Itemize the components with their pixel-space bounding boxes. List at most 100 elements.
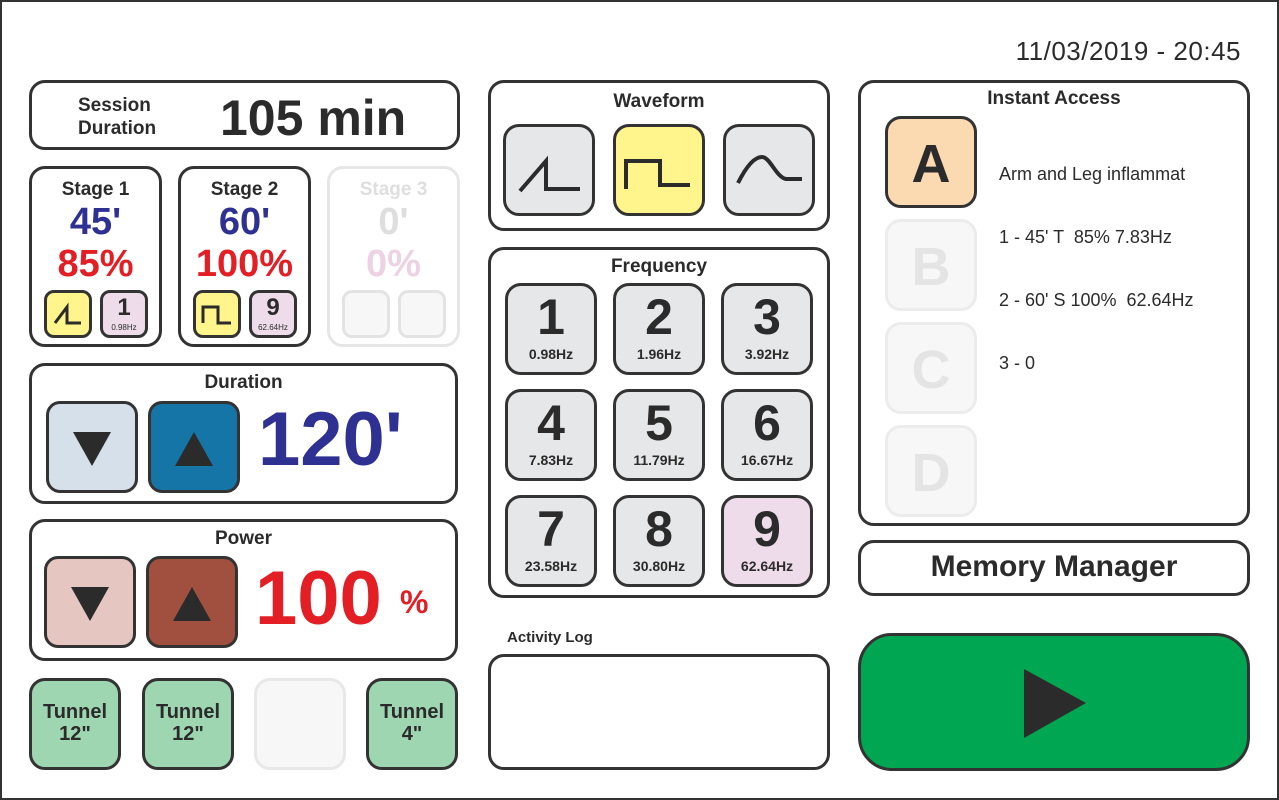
frequency-number: 5 [645, 395, 673, 451]
frequency-button-9[interactable]: 9 62.64Hz [721, 495, 813, 587]
duration-title: Duration [204, 372, 283, 393]
slot-letter: A [911, 134, 951, 194]
sine-wave-icon [736, 154, 802, 184]
tunnel-label-line2: 4" [401, 723, 423, 745]
stage-waveform-empty [342, 290, 390, 338]
play-icon [1024, 669, 1086, 738]
power-value: 100 [255, 556, 382, 641]
slot-letter: C [911, 340, 951, 400]
frequency-number: 2 [645, 289, 673, 345]
instant-access-slot-b[interactable]: B [885, 219, 977, 311]
stage-freq-hz: 0.98Hz [111, 323, 137, 332]
tunnel-button-empty[interactable] [254, 678, 346, 770]
tunnel-label: Tunnel 4" [369, 701, 455, 745]
stage-waveform-square [193, 290, 241, 338]
slot-letter: B [911, 237, 951, 297]
frequency-hz: 62.64Hz [740, 558, 794, 574]
frequency-panel: Frequency 1 0.98Hz 2 1.96Hz 3 3.92Hz 4 7… [488, 247, 830, 598]
waveform-ramp-button[interactable] [503, 124, 595, 216]
session-label-line1: Session [78, 95, 151, 116]
frequency-button-4[interactable]: 4 7.83Hz [505, 389, 597, 481]
duration-value: 120' [258, 397, 403, 482]
triangle-up-icon [175, 432, 213, 466]
slot-letter: D [911, 443, 951, 503]
power-title: Power [214, 528, 273, 549]
tunnel-button-4[interactable]: Tunnel 4" [366, 678, 458, 770]
tunnel-label-line1: Tunnel [155, 701, 221, 723]
session-duration-value: 105 min [220, 90, 407, 146]
duration-increase-button[interactable] [148, 401, 240, 493]
duration-decrease-button[interactable] [46, 401, 138, 493]
stage-waveform-ramp [44, 290, 92, 338]
frequency-hz: 3.92Hz [744, 346, 790, 362]
stage-power: 85% [57, 243, 134, 285]
frequency-hz: 0.98Hz [528, 346, 574, 362]
triangle-down-icon [71, 587, 109, 621]
stage-title: Stage 3 [359, 179, 428, 200]
stage-2-card[interactable]: Stage 2 60' 100% 9 62.64Hz [178, 166, 311, 347]
stage-power: 100% [195, 243, 294, 285]
frequency-title: Frequency [610, 256, 708, 277]
frequency-number: 1 [537, 289, 565, 345]
square-wave-icon [624, 159, 690, 189]
stage-title: Stage 2 [210, 179, 279, 200]
instant-access-panel: Instant Access A B C D Arm and Leg infla… [858, 80, 1250, 526]
frequency-button-8[interactable]: 8 30.80Hz [613, 495, 705, 587]
frequency-number: 9 [753, 501, 781, 557]
frequency-hz: 23.58Hz [524, 558, 578, 574]
frequency-hz: 7.83Hz [528, 452, 574, 468]
session-duration-label: Session Duration [78, 94, 156, 140]
instant-access-slot-a[interactable]: A [885, 116, 977, 208]
memory-manager-label: Memory Manager [930, 550, 1178, 583]
memory-manager-button[interactable]: Memory Manager [858, 540, 1250, 596]
stage-3-card[interactable]: Stage 3 0' 0% [327, 166, 460, 347]
tunnel-label: Tunnel 12" [32, 701, 118, 745]
waveform-panel: Waveform [488, 80, 830, 231]
frequency-number: 6 [753, 395, 781, 451]
frequency-button-5[interactable]: 5 11.79Hz [613, 389, 705, 481]
stage-frequency-empty [398, 290, 446, 338]
power-decrease-button[interactable] [44, 556, 136, 648]
activity-log-box [488, 654, 830, 770]
tunnel-button-1[interactable]: Tunnel 12" [29, 678, 121, 770]
tunnel-label: Tunnel 12" [145, 701, 231, 745]
stage-time: 0' [378, 201, 409, 243]
session-label-line2: Duration [78, 118, 157, 139]
frequency-hz: 1.96Hz [636, 346, 682, 362]
frequency-number: 8 [645, 501, 673, 557]
stage-freq-number: 1 [117, 294, 131, 321]
stage-1-card[interactable]: Stage 1 45' 85% 1 0.98Hz [29, 166, 162, 347]
frequency-number: 3 [753, 289, 781, 345]
play-button[interactable] [858, 633, 1250, 771]
tunnel-label-line2: 12" [172, 723, 204, 745]
frequency-button-7[interactable]: 7 23.58Hz [505, 495, 597, 587]
session-duration-panel: Session Duration 105 min [29, 80, 460, 150]
power-increase-button[interactable] [146, 556, 238, 648]
frequency-button-2[interactable]: 2 1.96Hz [613, 283, 705, 375]
activity-log-title: Activity Log [507, 629, 593, 646]
stage-time: 45' [69, 201, 122, 243]
frequency-hz: 30.80Hz [632, 558, 686, 574]
stage-freq-hz: 62.64Hz [258, 323, 288, 332]
program-line: 2 - 60' S 100% 62.64Hz [999, 290, 1194, 310]
instant-access-title: Instant Access [987, 88, 1121, 109]
tunnel-label-line2: 12" [59, 723, 91, 745]
instant-access-slot-d[interactable]: D [885, 425, 977, 517]
stage-title: Stage 1 [61, 179, 130, 200]
instant-access-slot-c[interactable]: C [885, 322, 977, 414]
frequency-button-6[interactable]: 6 16.67Hz [721, 389, 813, 481]
stage-frequency: 1 0.98Hz [100, 290, 148, 338]
waveform-square-button[interactable] [613, 124, 705, 216]
square-wave-icon [201, 305, 231, 325]
frequency-number: 7 [537, 501, 565, 557]
tunnel-button-2[interactable]: Tunnel 12" [142, 678, 234, 770]
power-panel: Power 100 % [29, 519, 458, 661]
power-unit: % [400, 584, 429, 620]
program-line: 1 - 45' T 85% 7.83Hz [999, 227, 1172, 247]
waveform-sine-button[interactable] [723, 124, 815, 216]
instant-access-program-text: Arm and Leg inflammat 1 - 45' T 85% 7.83… [999, 122, 1194, 416]
frequency-button-1[interactable]: 1 0.98Hz [505, 283, 597, 375]
ramp-wave-icon [53, 302, 81, 325]
stage-frequency: 9 62.64Hz [249, 290, 297, 338]
frequency-button-3[interactable]: 3 3.92Hz [721, 283, 813, 375]
